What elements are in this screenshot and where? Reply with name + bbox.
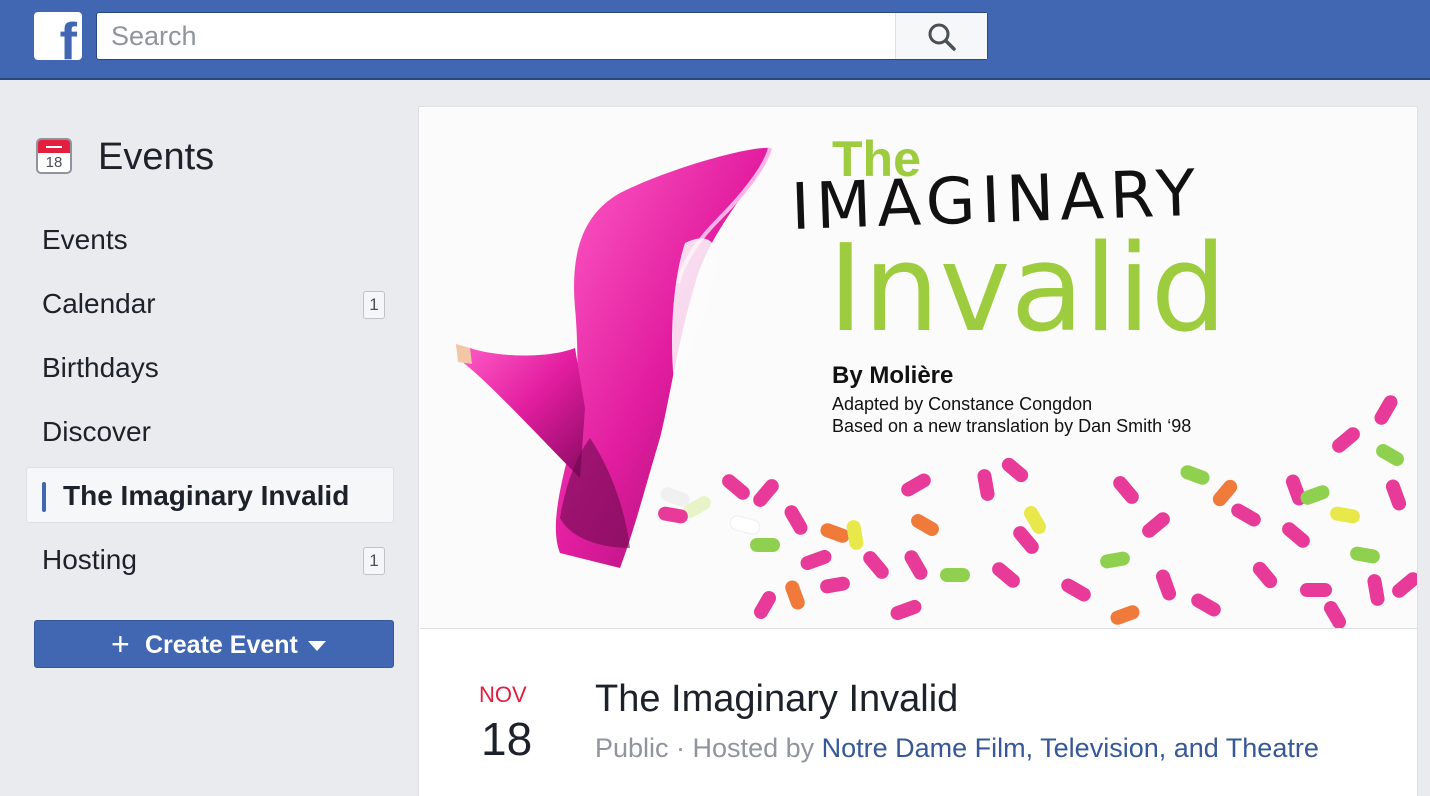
create-event-button[interactable]: + Create Event (34, 620, 394, 668)
event-title: The Imaginary Invalid (595, 678, 959, 720)
event-cover-photo[interactable]: The IMAGINARY Invalid By Molière Adapted… (420, 108, 1417, 629)
cover-title-invalid: Invalid (828, 220, 1227, 359)
calendar-icon: 18 (36, 138, 72, 174)
hosted-by-prefix: Hosted by (692, 733, 822, 763)
sidebar-title: Events (98, 136, 215, 178)
event-host-link[interactable]: Notre Dame Film, Television, and Theatre (822, 733, 1319, 763)
plus-icon: + (111, 626, 130, 662)
sidebar-item-discover[interactable]: Discover (26, 404, 394, 460)
sidebar-item-the-imaginary-invalid[interactable]: The Imaginary Invalid (26, 467, 394, 523)
calendar-icon-day: 18 (45, 154, 63, 171)
meta-separator: · (668, 733, 693, 763)
sidebar-item-label: Birthdays (42, 352, 159, 383)
event-card: The IMAGINARY Invalid By Molière Adapted… (418, 106, 1418, 796)
search-input[interactable] (97, 13, 897, 59)
facebook-logo-letter: f (59, 13, 77, 60)
create-event-label: Create Event (145, 631, 298, 659)
search-bar (96, 12, 988, 60)
count-badge: 1 (363, 547, 385, 575)
cover-adapted-line: Adapted by Constance Congdon (832, 394, 1093, 414)
cover-byline: By Molière (832, 362, 954, 389)
facebook-logo[interactable]: f (34, 12, 82, 60)
pink-stiletto-illustration (456, 147, 772, 568)
search-icon (928, 23, 956, 51)
event-meta: Public · Hosted by Notre Dame Film, Tele… (595, 731, 1319, 765)
cover-based-line: Based on a new translation by Dan Smith … (832, 416, 1192, 436)
sidebar-item-birthdays[interactable]: Birthdays (26, 340, 394, 396)
event-date-month: NOV (479, 682, 527, 707)
event-date-day: 18 (481, 713, 533, 765)
sidebar-item-calendar[interactable]: Calendar 1 (26, 276, 394, 332)
sidebar-item-label: Calendar (42, 288, 156, 319)
top-navigation-bar: f (0, 0, 1430, 80)
search-button[interactable] (895, 13, 987, 59)
caret-down-icon[interactable] (308, 641, 326, 651)
sidebar-item-label: Discover (42, 416, 151, 447)
sidebar-item-label: Hosting (42, 544, 137, 575)
active-indicator (42, 482, 46, 512)
event-privacy: Public (595, 733, 669, 763)
sidebar-item-events[interactable]: Events (26, 212, 394, 268)
sidebar-item-label: The Imaginary Invalid (63, 480, 350, 511)
count-badge: 1 (363, 291, 385, 319)
sidebar-item-label: Events (42, 224, 128, 255)
sidebar-item-hosting[interactable]: Hosting 1 (26, 532, 394, 588)
